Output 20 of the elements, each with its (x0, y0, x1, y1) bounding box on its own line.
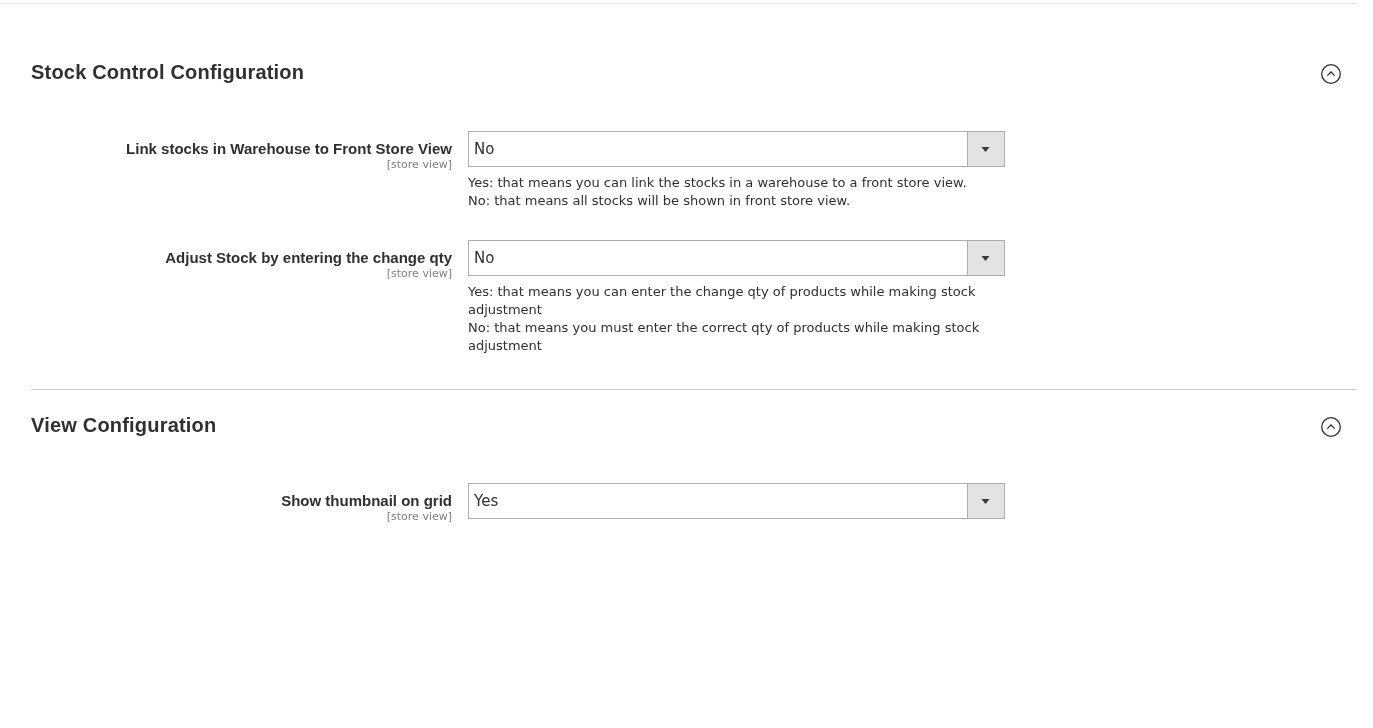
field-label: Show thumbnail on grid (280, 492, 452, 510)
field-note: Yes: that means you can link the stocks in a warehouse to a front store view. (468, 174, 968, 192)
collapse-icon[interactable] (1321, 64, 1341, 84)
section-title[interactable]: View Configuration (31, 413, 217, 437)
scope-label: [store view] (385, 158, 452, 172)
dropdown[interactable]: No (468, 131, 1005, 167)
collapse-icon[interactable] (1321, 417, 1341, 437)
field-label: Link stocks in Warehouse to Front Store View (125, 140, 452, 158)
field-note: No: that means all stocks will be shown in front store view. (468, 192, 852, 210)
section-title[interactable]: Stock Control Configuration (31, 60, 305, 84)
field-note: Yes: that means you can enter the change qty of products while making stock adjustment (468, 283, 977, 319)
caret-icon (967, 132, 1004, 166)
caret-icon (967, 484, 1004, 518)
dropdown[interactable]: Yes (468, 483, 1005, 519)
dropdown[interactable]: No (468, 240, 1005, 276)
caret-icon (967, 241, 1004, 275)
field-note: No: that means you must enter the correct qty of products while making stock adjustment (468, 319, 981, 355)
field-label: Adjust Stock by entering the change qty (164, 249, 452, 267)
scope-label: [store view] (385, 510, 452, 524)
scope-label: [store view] (385, 267, 452, 281)
